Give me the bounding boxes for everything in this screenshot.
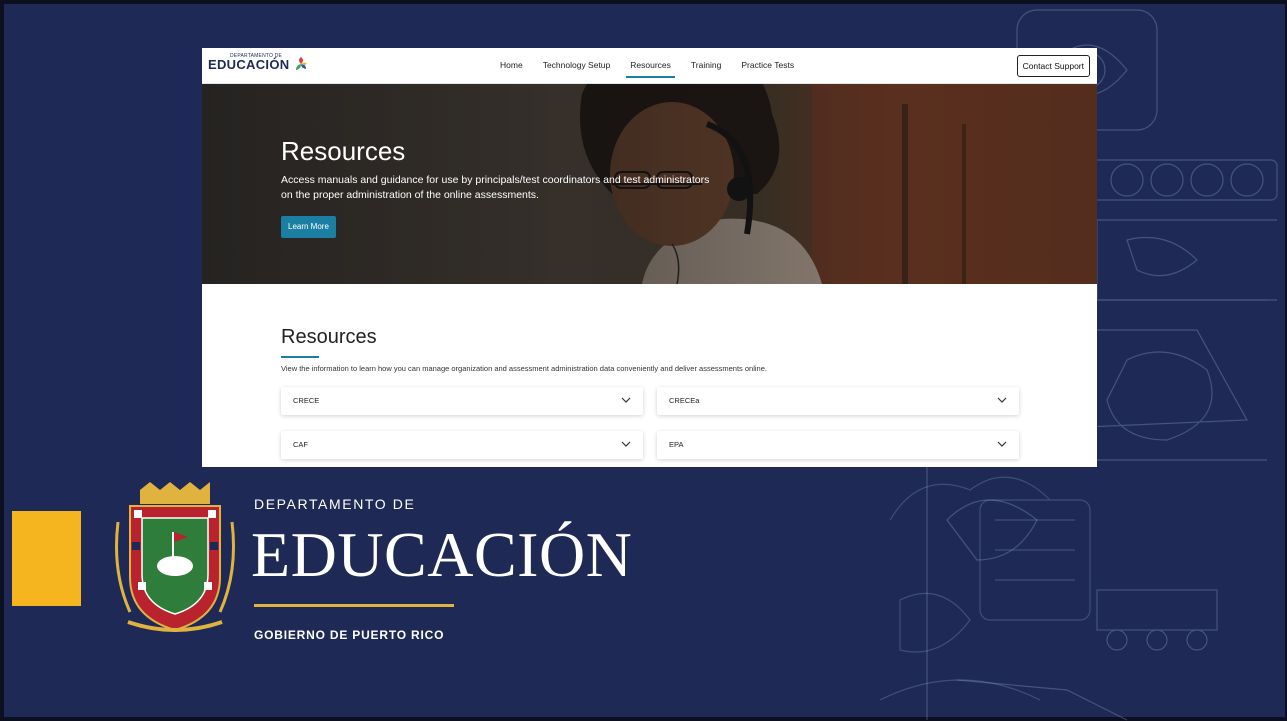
- hero-title: Resources: [281, 136, 406, 166]
- main-nav: Home Technology Setup Resources Training…: [500, 48, 814, 83]
- resources-description: View the information to learn how you ca…: [281, 364, 767, 373]
- nav-home[interactable]: Home: [500, 48, 523, 83]
- accordion-label: EPA: [669, 440, 684, 449]
- chevron-down-icon: [621, 441, 631, 447]
- nav-technology-setup[interactable]: Technology Setup: [543, 48, 611, 83]
- brand-name: EDUCACIÓN: [208, 57, 290, 72]
- chevron-down-icon: [997, 397, 1007, 403]
- nav-practice-tests[interactable]: Practice Tests: [741, 48, 794, 83]
- accordion-label: CRECE: [293, 396, 320, 405]
- accordion-crecea[interactable]: CRECEa: [657, 387, 1019, 415]
- gold-divider: [254, 604, 454, 607]
- decorative-pattern-lower: [880, 476, 1091, 701]
- government-label: GOBIERNO DE PUERTO RICO: [254, 628, 445, 642]
- department-subtitle: DEPARTAMENTO DE: [254, 496, 416, 512]
- hero-banner: Resources Access manuals and guidance fo…: [202, 84, 1097, 284]
- accordion-crece[interactable]: CRECE: [281, 387, 643, 415]
- chevron-down-icon: [621, 397, 631, 403]
- coat-of-arms-icon: [115, 482, 235, 632]
- site-logo[interactable]: DEPARTAMENTO DE EDUCACIÓN: [208, 53, 309, 72]
- resources-section: Resources View the information to learn …: [202, 284, 1097, 467]
- site-header: DEPARTAMENTO DE EDUCACIÓN Home Technolog…: [202, 48, 1097, 84]
- nav-training[interactable]: Training: [691, 48, 721, 83]
- brand-small-text: DEPARTAMENTO DE: [230, 53, 283, 59]
- website-screenshot: DEPARTAMENTO DE EDUCACIÓN Home Technolog…: [202, 48, 1097, 467]
- accordion-caf[interactable]: CAF: [281, 431, 643, 459]
- accordion-label: CAF: [293, 440, 308, 449]
- learn-more-button[interactable]: Learn More: [281, 216, 336, 238]
- department-title: EDUCACIÓN: [251, 519, 633, 590]
- resources-heading-underline: [281, 356, 319, 358]
- brand-logo-icon: [296, 57, 308, 70]
- gold-accent-square: [12, 511, 81, 606]
- nav-resources[interactable]: Resources: [626, 48, 675, 83]
- accordion-label: CRECEa: [669, 396, 700, 405]
- hero-description: Access manuals and guidance for use by p…: [281, 174, 710, 201]
- chevron-down-icon: [997, 441, 1007, 447]
- contact-support-button[interactable]: Contact Support: [1016, 55, 1090, 77]
- accordion-epa[interactable]: EPA: [657, 431, 1019, 459]
- resources-heading: Resources: [281, 326, 377, 348]
